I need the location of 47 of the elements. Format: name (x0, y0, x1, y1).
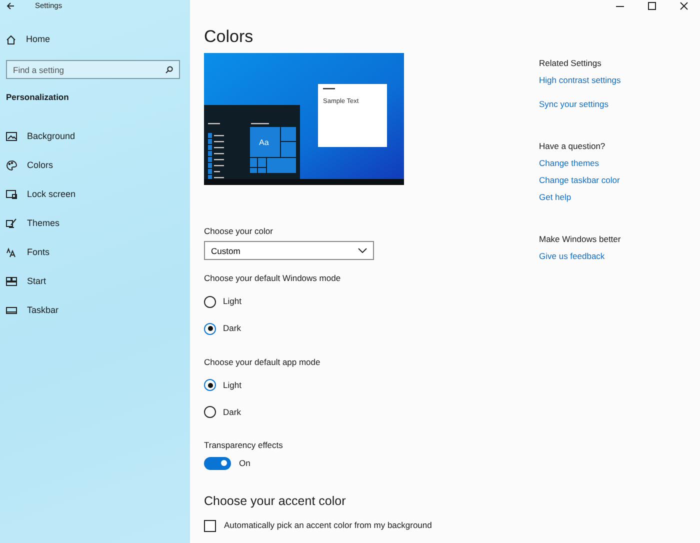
related-link[interactable]: High contrast settings (539, 74, 621, 86)
page-title: Colors (204, 28, 254, 47)
monitor-icon (6, 188, 17, 200)
related-heading: Related Settings (539, 57, 602, 70)
home-icon (6, 34, 16, 44)
sidebar-item[interactable]: Background (0, 122, 190, 151)
close-icon (680, 2, 688, 10)
search-field[interactable]: Find a setting (6, 60, 180, 79)
radio-option[interactable]: Dark (204, 315, 539, 342)
section-heading: Choose your accent color (204, 492, 347, 510)
toggle-state-text: On (239, 456, 250, 470)
maximize-icon (648, 2, 656, 10)
back-icon[interactable] (6, 2, 15, 10)
related-link[interactable]: Sync your settings (539, 98, 608, 110)
search-icon (165, 66, 173, 74)
sidebar-item[interactable]: Fonts (0, 238, 190, 267)
auto-accent-checkbox[interactable]: Automatically pick an accent color from my background (204, 519, 539, 532)
palette-icon (6, 160, 17, 171)
section-heading: Personalization (5, 91, 70, 104)
tiles-icon (6, 276, 17, 287)
brush-icon (6, 218, 17, 229)
sidebar-item[interactable]: Colors (0, 150, 190, 180)
related-link[interactable]: Get help (539, 190, 572, 204)
related-heading: Make Windows better (539, 233, 622, 246)
group-label: Choose your default Windows mode (204, 272, 342, 286)
color-dropdown[interactable]: Custom (204, 241, 374, 260)
home-nav-item[interactable]: Home (0, 25, 190, 54)
sidebar-item[interactable]: Start (0, 266, 190, 296)
toggle-switch[interactable] (204, 456, 231, 470)
chevron-down-icon (358, 248, 367, 254)
related-link[interactable]: Give us feedback (539, 250, 605, 263)
preview-tile-text: Aa (259, 138, 269, 147)
related-link[interactable]: Change taskbar color (539, 174, 620, 186)
group-label: Choose your default app mode (204, 356, 322, 369)
sidebar-item[interactable]: Taskbar (0, 296, 190, 325)
radio-option[interactable]: Dark (204, 398, 539, 426)
setting-label: Transparency effects (204, 438, 284, 452)
related-heading: Have a question? (539, 140, 606, 153)
font-size-icon (6, 246, 17, 258)
related-link[interactable]: Change themes (539, 157, 600, 170)
sidebar-item[interactable]: Themes (0, 208, 190, 238)
field-label: Choose your color (204, 224, 274, 238)
radio-option[interactable]: Light (204, 372, 539, 399)
taskbar-icon (6, 304, 17, 316)
sidebar-item[interactable]: Lock screen (0, 180, 190, 209)
radio-option[interactable]: Light (204, 288, 539, 316)
image-icon (6, 130, 17, 142)
